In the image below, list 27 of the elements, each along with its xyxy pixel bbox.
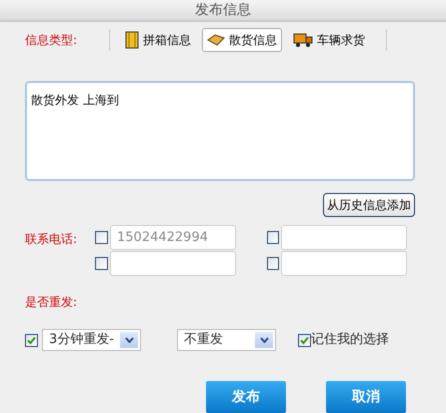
phone-field[interactable] xyxy=(281,251,407,276)
box-icon xyxy=(125,31,140,49)
interval-select[interactable]: 3分钟重发- xyxy=(42,329,141,351)
field-label: 联系电话: xyxy=(25,231,78,248)
checkbox[interactable] xyxy=(25,334,38,346)
checkbox[interactable] xyxy=(95,257,108,270)
message-field[interactable]: 散货外发 上海到 xyxy=(25,81,415,181)
tab[interactable]: 车辆求货 xyxy=(288,28,370,52)
window-title: 发布信息 xyxy=(0,0,446,22)
history-button[interactable]: 从历史信息添加 xyxy=(323,193,415,217)
phone-field[interactable] xyxy=(110,251,236,276)
phone-field[interactable] xyxy=(281,225,407,250)
dropdown-icon xyxy=(120,332,138,348)
limit-select[interactable]: 不重发 xyxy=(177,329,276,351)
checkbox[interactable] xyxy=(95,231,108,244)
field-label: 是否重发: xyxy=(25,294,78,311)
parcel-icon xyxy=(207,33,226,47)
phone-field[interactable]: 15024422994 xyxy=(110,225,236,250)
remember-label[interactable]: 记住我的选择 xyxy=(311,330,389,350)
field-label: 信息类型: xyxy=(25,32,78,49)
tab[interactable]: 拼箱信息 xyxy=(120,28,196,52)
dropdown-icon xyxy=(255,332,273,348)
tab[interactable]: 散货信息 xyxy=(202,28,282,52)
checkbox[interactable] xyxy=(267,257,279,270)
checkbox[interactable] xyxy=(298,334,311,346)
checkbox[interactable] xyxy=(267,231,279,244)
truck-icon xyxy=(293,32,314,48)
